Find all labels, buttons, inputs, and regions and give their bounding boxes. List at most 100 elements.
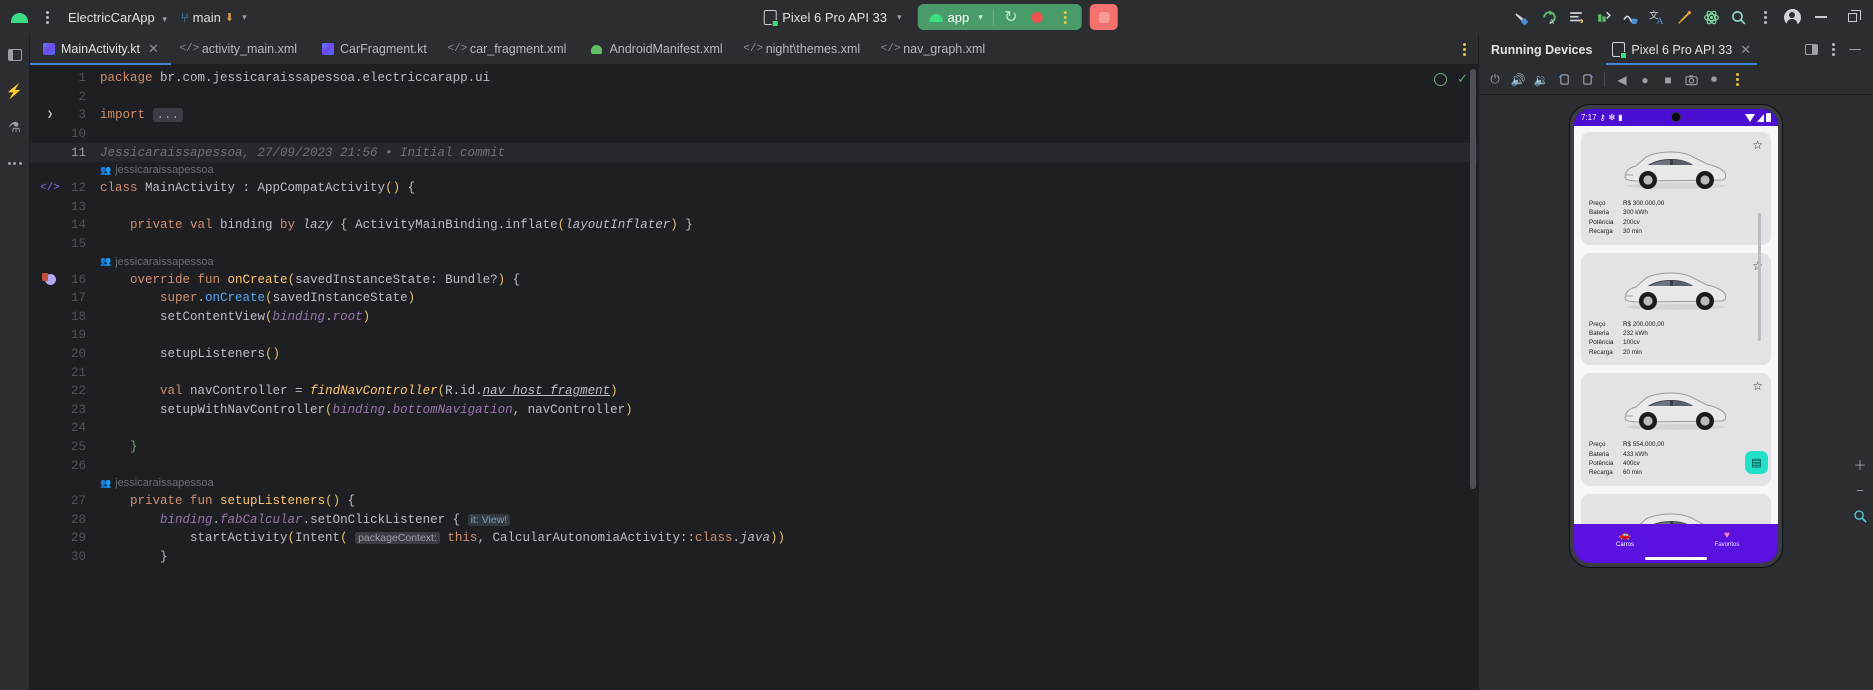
inlay-hint-it-view: it: View!	[467, 513, 511, 526]
device-explorer-icon[interactable]	[1617, 4, 1643, 30]
close-icon[interactable]: ✕	[148, 41, 159, 57]
rerun-circular-arrow-icon[interactable]: ↻	[1000, 6, 1022, 28]
car-specs: Preço R$ 200.000,00 Bateria 232 kWh Potênc…	[1589, 320, 1763, 358]
code-block-icon[interactable]: </>	[40, 182, 60, 194]
rotate-left-icon[interactable]	[1554, 70, 1574, 90]
code-line: val navController = findNavController(R.…	[160, 384, 618, 399]
sync-gradle-icon[interactable]: A	[1536, 4, 1562, 30]
folded-imports[interactable]: ...	[152, 108, 184, 123]
search-everywhere-icon[interactable]	[1725, 4, 1751, 30]
zoom-actual-icon[interactable]	[1851, 507, 1869, 525]
tab-car-fragment-xml[interactable]: </> car_fragment.xml	[439, 34, 579, 64]
split-panel-icon[interactable]	[1801, 40, 1821, 60]
panel-options-kebab-icon[interactable]	[1823, 40, 1843, 60]
logcat-icon[interactable]	[1563, 4, 1589, 30]
emulator-zoom-controls: ＋ −	[1851, 455, 1869, 525]
tab-mainactivity-kt[interactable]: MainActivity.kt ✕	[30, 34, 171, 65]
editor-gutter[interactable]: 1 2 ❯ 3 10 11 </> 12 13 14 15 16 17 18 19 …	[30, 65, 92, 690]
fold-arrow-icon[interactable]: ❯	[47, 109, 53, 121]
status-bar-left: 7:17 ⚷ ❇ ▮	[1581, 113, 1623, 122]
tab-nav-graph-xml[interactable]: </> nav_graph.xml	[872, 34, 997, 64]
list-item[interactable]: ☆	[1581, 132, 1771, 245]
kebab-menu-icon	[1463, 42, 1466, 56]
running-devices-panel: Running Devices Pixel 6 Pro API 33 ✕ ⏻ 🔊…	[1478, 34, 1873, 690]
tab-carfragment-kt[interactable]: CarFragment.kt	[309, 34, 439, 64]
screenshot-icon[interactable]	[1681, 70, 1701, 90]
account-avatar-icon[interactable]	[1779, 4, 1805, 30]
home-button-icon[interactable]: ●	[1635, 70, 1655, 90]
stop-record-dot-icon[interactable]	[1026, 6, 1048, 28]
editor-tab-bar: MainActivity.kt ✕ </> activity_main.xml …	[30, 34, 1478, 65]
more-options-icon[interactable]	[1752, 4, 1778, 30]
zoom-in-icon[interactable]: ＋	[1851, 455, 1869, 473]
volume-up-icon[interactable]: 🔊	[1508, 70, 1528, 90]
spec-value: 300 kWh	[1623, 209, 1648, 217]
tools-icon[interactable]	[1671, 4, 1697, 30]
close-icon[interactable]: ✕	[1740, 42, 1751, 58]
battery-icon	[1766, 113, 1771, 122]
analysis-check-icon[interactable]: ✓	[1457, 71, 1468, 87]
minimize-icon[interactable]	[1806, 4, 1836, 30]
star-outline-icon[interactable]: ☆	[1752, 138, 1763, 152]
code-line: setContentView(binding. root)	[100, 309, 371, 324]
branch-selector[interactable]: ⑂ main ⬇ ▾	[175, 7, 253, 28]
android-logo-icon[interactable]	[6, 4, 32, 30]
profiler-icon[interactable]	[1590, 4, 1616, 30]
device-phone-icon	[1612, 42, 1628, 59]
overview-button-icon[interactable]: ■	[1658, 70, 1678, 90]
device-tab[interactable]: Pixel 6 Pro API 33 ✕	[1606, 34, 1757, 65]
back-button-icon[interactable]: ◀	[1612, 70, 1632, 90]
car-list-screen[interactable]: ☆ Preço R$ 300.000,00 Bateria 300 kWh Po…	[1574, 126, 1778, 524]
power-button-icon[interactable]: ⏻	[1485, 70, 1505, 90]
spec-row: Preço R$ 554.000,00	[1589, 440, 1763, 449]
run-method-icon[interactable]	[41, 273, 56, 286]
screen-record-icon[interactable]: ⏺	[1704, 70, 1724, 90]
project-selector[interactable]: ElectricCarApp ▾	[62, 7, 173, 28]
rotate-right-icon[interactable]	[1577, 70, 1597, 90]
avatar	[1783, 8, 1801, 26]
tabbar-more-icon[interactable]	[1451, 34, 1478, 64]
tab-night-themes-xml[interactable]: </> night\themes.xml	[735, 34, 872, 64]
tab-androidmanifest-xml[interactable]: AndroidManifest.xml	[578, 34, 734, 64]
run-more-options-icon[interactable]	[1052, 4, 1078, 30]
xml-file-icon: </>	[880, 43, 901, 55]
device-scrollbar[interactable]	[1758, 213, 1761, 341]
device-selector[interactable]: Pixel 6 Pro API 33 ▾	[755, 7, 909, 28]
atom-plugin-icon[interactable]	[1698, 4, 1724, 30]
hide-panel-icon[interactable]	[1845, 40, 1865, 60]
spec-label: Preço	[1589, 320, 1606, 328]
gutter-line: 30	[70, 549, 86, 564]
code-editor[interactable]: 1 2 ❯ 3 10 11 </> 12 13 14 15 16 17 18 19 …	[30, 65, 1478, 690]
bottom-nav-item-favoritos[interactable]: ♥ Favoritos	[1676, 530, 1778, 548]
sidebar-item-bookmarks[interactable]: ⚡	[4, 80, 26, 102]
build-hammer-icon[interactable]	[1509, 4, 1535, 30]
running-devices-header: Running Devices Pixel 6 Pro API 33 ✕	[1479, 34, 1873, 65]
list-item[interactable]: ☆	[1581, 252, 1771, 366]
zoom-out-icon[interactable]: −	[1851, 481, 1869, 499]
run-config-selector[interactable]: app ▾	[926, 10, 987, 25]
calculator-fab-button[interactable]: ▤	[1745, 451, 1768, 474]
list-item[interactable]: ☆	[1581, 373, 1771, 486]
stop-square-icon[interactable]	[1089, 4, 1118, 30]
toolbar-right-group: A 文 A	[1509, 4, 1867, 30]
maximize-icon[interactable]	[1837, 4, 1867, 30]
editor-scrollbar[interactable]	[1470, 69, 1476, 489]
electric-car-image	[1589, 503, 1763, 524]
code-line: binding. fabCalcular .setOnClickListener {…	[92, 510, 1478, 529]
code-text-area[interactable]: package br.com.jessicaraissapessoa.elect…	[92, 65, 1478, 690]
sidebar-item-structure[interactable]: ⚗	[4, 116, 26, 138]
emulator-device-screen[interactable]: 7:17 ⚷ ❇ ▮ ☆ Preço R$ 300.000,00 Bateria…	[1570, 105, 1782, 567]
editor-column: MainActivity.kt ✕ </> activity_main.xml …	[30, 34, 1478, 690]
translations-editor-icon[interactable]: 文 A	[1644, 4, 1670, 30]
main-menu-icon[interactable]	[34, 4, 60, 30]
sidebar-item-project[interactable]	[4, 44, 26, 66]
volume-down-icon[interactable]: 🔉	[1531, 70, 1551, 90]
sidebar-item-more[interactable]	[4, 152, 26, 174]
bottom-nav-item-carros[interactable]: 🚗 Carros	[1574, 530, 1676, 548]
list-item[interactable]	[1581, 493, 1771, 524]
inspections-ok-icon[interactable]	[1434, 72, 1448, 86]
device-more-icon[interactable]	[1727, 70, 1747, 90]
tab-activity-main-xml[interactable]: </> activity_main.xml	[171, 34, 309, 64]
star-outline-icon[interactable]: ☆	[1752, 379, 1763, 393]
blame-author-row: 👥 jessicaraissapessoa	[92, 253, 1478, 270]
